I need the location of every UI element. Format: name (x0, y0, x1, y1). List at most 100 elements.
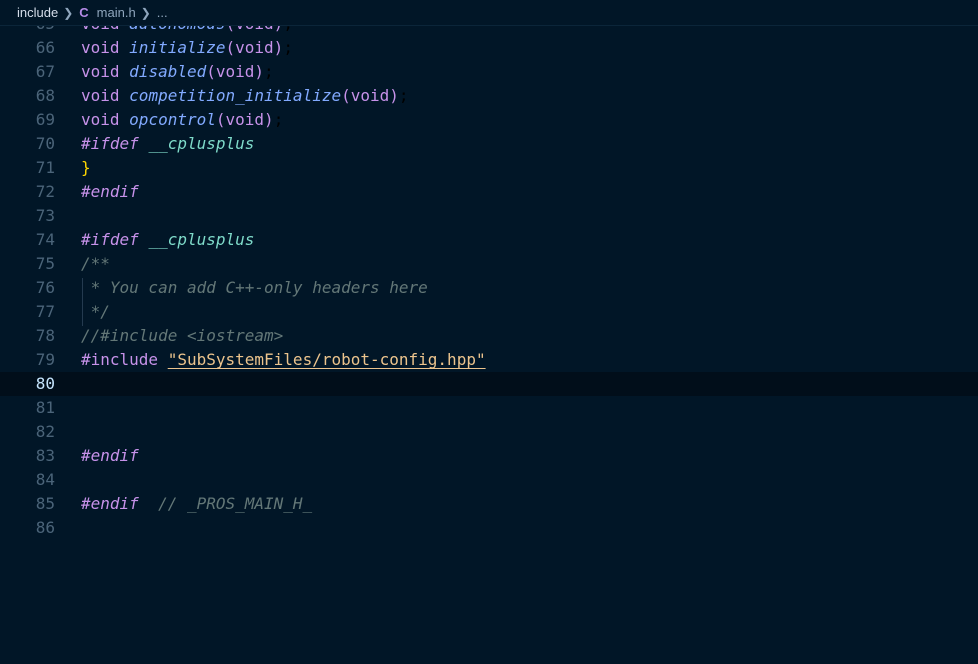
code-line[interactable]: 74 #ifdef __cplusplus (0, 228, 978, 252)
line-number: 83 (35, 446, 55, 465)
line-number: 67 (35, 62, 55, 81)
line-number: 82 (35, 422, 55, 441)
code-token: /** (81, 254, 110, 273)
code-token: // _PROS_MAIN_H_ (158, 494, 313, 513)
code-line[interactable]: 71} (0, 156, 978, 180)
code-line[interactable]: 69 void opcontrol(void); (0, 108, 978, 132)
code-line[interactable]: 81 (0, 396, 978, 420)
code-text: #ifdef __cplusplus (81, 132, 254, 156)
code-line[interactable]: 84 (0, 468, 978, 492)
code-token: void (81, 62, 120, 81)
code-token: void (81, 86, 120, 105)
code-line[interactable]: 70 #ifdef __cplusplus (0, 132, 978, 156)
line-number: 86 (35, 518, 55, 537)
code-token: ; (283, 38, 293, 57)
code-token: ) (264, 110, 274, 129)
code-line[interactable]: 83 #endif (0, 444, 978, 468)
code-token: void (215, 62, 255, 81)
code-token: void (225, 110, 265, 129)
code-text: void initialize(void); (81, 36, 293, 60)
line-number: 66 (35, 38, 55, 57)
breadcrumb-file[interactable]: main.h (97, 5, 136, 20)
code-token: disabled (129, 62, 207, 81)
code-line[interactable]: 73 (0, 204, 978, 228)
code-token: ) (389, 86, 399, 105)
line-number: 78 (35, 326, 55, 345)
code-text: void disabled(void); (81, 60, 274, 84)
code-text: void opcontrol(void); (81, 108, 283, 132)
code-line[interactable]: 77 */ (0, 300, 978, 324)
code-line[interactable]: 68 void competition_initialize(void); (0, 84, 978, 108)
code-line[interactable]: 85 #endif // _PROS_MAIN_H_ (0, 492, 978, 516)
code-token: #endif (81, 182, 139, 201)
code-token: #endif (81, 446, 139, 465)
breadcrumb-folder[interactable]: include (17, 5, 58, 20)
code-token: __cplusplus (148, 134, 255, 153)
code-token: competition_initialize (129, 86, 342, 105)
code-token: ; (273, 110, 284, 129)
line-number: 80 (35, 374, 55, 393)
code-line[interactable]: 79 #include "SubSystemFiles/robot-config.… (0, 348, 978, 372)
code-text: * You can add C++-only headers here (81, 276, 428, 300)
code-text: //#include <iostream> (81, 324, 283, 348)
line-number: 69 (35, 110, 55, 129)
line-number: 73 (35, 206, 55, 225)
code-text: } (81, 156, 91, 180)
line-number: 85 (35, 494, 55, 513)
code-line[interactable]: 80 (0, 372, 978, 396)
line-number: 84 (35, 470, 55, 489)
line-number: 74 (35, 230, 55, 249)
line-number: 77 (35, 302, 55, 321)
code-line[interactable]: 76 * You can add C++-only headers here (0, 276, 978, 300)
code-text: #endif // _PROS_MAIN_H_ (81, 492, 312, 516)
code-token: ( (215, 110, 226, 129)
code-token: "SubSystemFiles/robot-config.hpp" (167, 350, 486, 369)
code-text: #ifdef __cplusplus (81, 228, 254, 252)
code-line[interactable]: 67 void disabled(void); (0, 60, 978, 84)
code-token: #endif (81, 494, 139, 513)
line-number: 76 (35, 278, 55, 297)
code-token: void (81, 110, 120, 129)
line-number: 70 (35, 134, 55, 153)
code-token: * You can add C++-only headers here (81, 278, 428, 297)
code-token: } (81, 158, 91, 177)
code-text: */ (81, 300, 110, 324)
c-file-icon: C (79, 5, 89, 20)
code-line[interactable]: 72 #endif (0, 180, 978, 204)
code-token: void (81, 38, 120, 57)
code-text: /** (81, 252, 110, 276)
code-token: */ (81, 302, 110, 321)
breadcrumb: include ❯ C main.h ❯ ... (0, 0, 978, 26)
line-number: 72 (35, 182, 55, 201)
code-line[interactable]: 86 (0, 516, 978, 540)
breadcrumb-symbols[interactable]: ... (157, 5, 168, 20)
code-token: ( (206, 62, 216, 81)
code-token: #ifdef (81, 230, 139, 249)
line-number: 75 (35, 254, 55, 273)
code-token: //#include <iostream> (81, 326, 284, 345)
code-line[interactable]: 82 (0, 420, 978, 444)
code-token: opcontrol (129, 110, 216, 129)
code-token: ( (225, 38, 236, 57)
code-line[interactable]: 78 //#include <iostream> (0, 324, 978, 348)
code-token: #include (81, 350, 159, 369)
code-text: void competition_initialize(void); (81, 84, 409, 108)
code-token: void (235, 38, 274, 57)
code-text: #endif (81, 444, 139, 468)
code-token: void (350, 86, 390, 105)
code-token: ; (264, 62, 274, 81)
code-line[interactable]: 75 /** (0, 252, 978, 276)
code-token: initialize (129, 38, 226, 57)
line-number: 68 (35, 86, 55, 105)
code-line[interactable]: 66 void initialize(void); (0, 36, 978, 60)
code-editor[interactable]: 65void autonomous(void);66void initializ… (0, 0, 978, 664)
line-number: 81 (35, 398, 55, 417)
